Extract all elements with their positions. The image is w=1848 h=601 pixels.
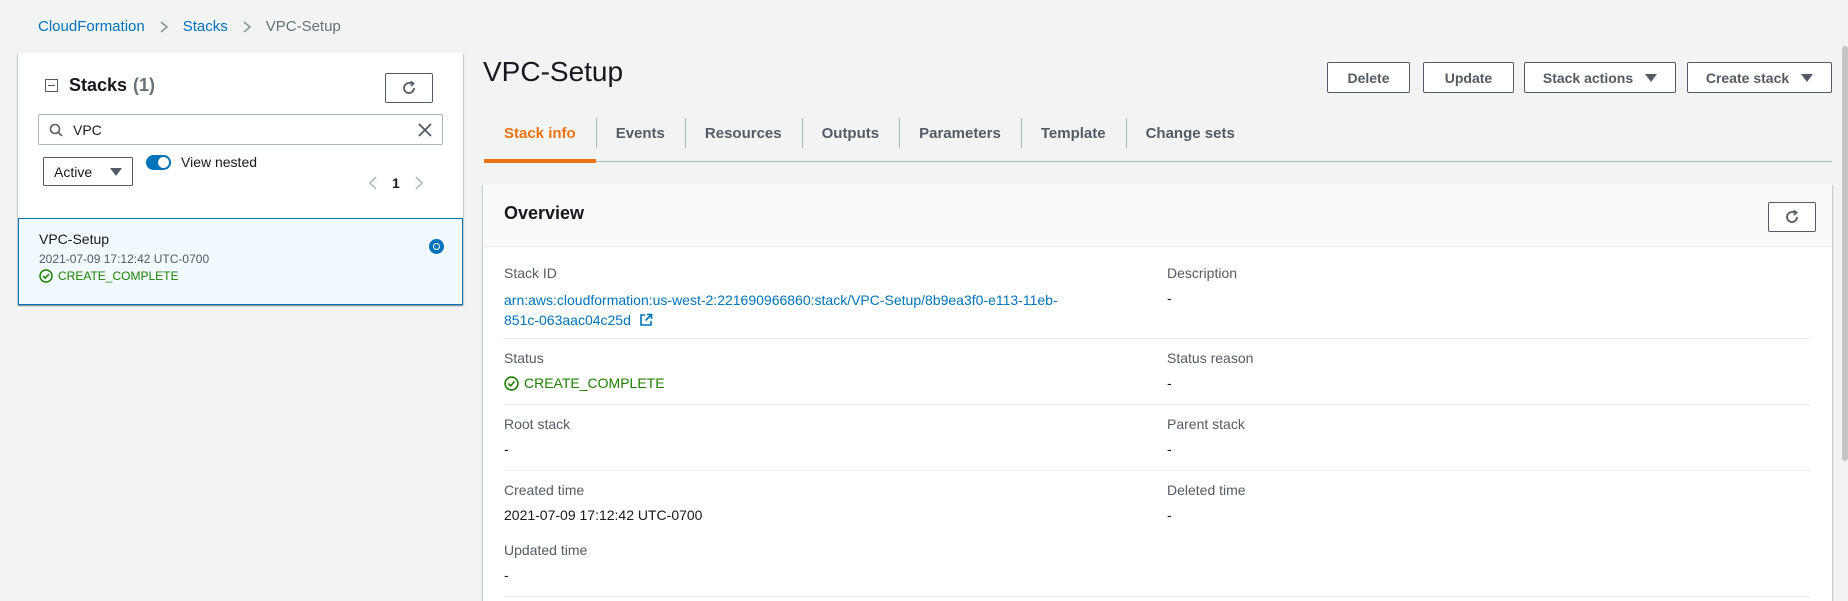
status-value-text: CREATE_COMPLETE: [524, 375, 665, 391]
clear-search-icon[interactable]: [416, 121, 434, 139]
description-value: -: [1167, 290, 1172, 306]
tab-outputs[interactable]: Outputs: [801, 116, 900, 162]
refresh-stacks-button[interactable]: [385, 73, 433, 103]
stack-item-created: 2021-07-09 17:12:42 UTC-0700: [39, 252, 210, 266]
refresh-icon: [1786, 209, 1798, 223]
stacks-panel-title: Stacks: [69, 75, 128, 95]
previous-page-icon[interactable]: [368, 176, 378, 190]
overview-panel: Overview Stack ID arn:aws:cloudformation…: [483, 184, 1832, 601]
stack-search-input[interactable]: VPC: [38, 114, 443, 145]
overview-header: Overview: [483, 184, 1832, 247]
success-check-icon: [504, 375, 519, 391]
page-scrollbar[interactable]: [1842, 46, 1848, 461]
status-value: CREATE_COMPLETE: [504, 375, 665, 391]
stack-list-item[interactable]: VPC-Setup 2021-07-09 17:12:42 UTC-0700 C…: [18, 218, 463, 305]
tab-label: Stack info: [504, 124, 576, 142]
tab-label: Resources: [704, 124, 782, 142]
stacks-count: (1): [133, 75, 156, 95]
deleted-time-value: -: [1167, 507, 1172, 523]
search-input-value[interactable]: VPC: [73, 122, 102, 138]
breadcrumb-cloudformation[interactable]: CloudFormation: [38, 18, 145, 35]
overview-title: Overview: [504, 203, 585, 223]
status-filter-dropdown[interactable]: Active: [43, 157, 133, 186]
stack-item-name: VPC-Setup: [39, 231, 110, 247]
caret-down-icon: [110, 168, 122, 176]
stack-detail-tabs: Stack info Events Resources Outputs Para…: [484, 116, 1832, 163]
external-link-icon: [639, 313, 653, 326]
tab-label: Change sets: [1145, 124, 1235, 142]
row-divider: [503, 338, 1811, 339]
row-divider: [503, 596, 1811, 597]
row-divider: [503, 404, 1811, 405]
stack-actions-label: Stack actions: [1542, 69, 1634, 86]
updated-time-label: Updated time: [504, 542, 588, 558]
parent-stack-label: Parent stack: [1167, 416, 1245, 432]
row-divider: [503, 470, 1811, 471]
breadcrumb: CloudFormation Stacks VPC-Setup: [38, 18, 341, 35]
stacks-panel: Stacks (1) VPC Active View nested 1 VPC-…: [18, 53, 463, 305]
pagination: 1: [368, 175, 424, 191]
tab-stack-info[interactable]: Stack info: [484, 116, 596, 163]
view-nested-toggle[interactable]: [146, 155, 171, 170]
created-time-label: Created time: [504, 482, 585, 498]
stack-id-line-2: 851c-063aac04c25d: [504, 312, 631, 328]
tab-label: Events: [615, 124, 665, 142]
breadcrumb-stacks[interactable]: Stacks: [183, 18, 228, 35]
current-page-number[interactable]: 1: [392, 175, 400, 191]
caret-down-icon: [1801, 73, 1814, 82]
tab-parameters[interactable]: Parameters: [899, 116, 1021, 162]
parent-stack-value: -: [1167, 441, 1172, 457]
root-stack-value: -: [504, 441, 509, 457]
status-reason-label: Status reason: [1167, 350, 1254, 366]
tab-template[interactable]: Template: [1020, 116, 1126, 162]
status-label: Status: [504, 350, 544, 366]
refresh-icon: [403, 80, 415, 94]
stack-actions-button[interactable]: Stack actions: [1524, 62, 1676, 93]
stack-item-status-text: CREATE_COMPLETE: [58, 269, 179, 283]
create-stack-label: Create stack: [1705, 69, 1790, 86]
stacks-panel-header: Stacks (1): [45, 75, 155, 96]
created-time-value: 2021-07-09 17:12:42 UTC-0700: [504, 507, 703, 523]
success-check-icon: [39, 269, 53, 283]
tab-events[interactable]: Events: [595, 116, 685, 162]
view-nested-label: View nested: [181, 154, 258, 170]
tab-label: Parameters: [919, 124, 1001, 142]
caret-down-icon: [1645, 73, 1658, 82]
tab-label: Template: [1040, 124, 1106, 142]
stack-id-line-1: arn:aws:cloudformation:us-west-2:2216909…: [504, 292, 1058, 308]
status-reason-value: -: [1167, 375, 1172, 391]
updated-time-value: -: [504, 567, 509, 583]
page-title: VPC-Setup: [483, 56, 624, 87]
root-stack-label: Root stack: [504, 416, 571, 432]
chevron-right-icon: [159, 20, 169, 33]
delete-button[interactable]: Delete: [1327, 62, 1410, 93]
create-stack-button[interactable]: Create stack: [1687, 62, 1832, 93]
status-filter-value: Active: [54, 163, 93, 180]
next-page-icon[interactable]: [414, 176, 424, 190]
collapse-icon[interactable]: [45, 79, 58, 92]
deleted-time-label: Deleted time: [1167, 482, 1246, 498]
tab-label: Outputs: [821, 124, 880, 142]
update-button[interactable]: Update: [1423, 62, 1514, 93]
tab-resources[interactable]: Resources: [684, 116, 802, 162]
tab-change-sets[interactable]: Change sets: [1125, 116, 1255, 162]
description-label: Description: [1167, 265, 1238, 281]
stack-select-radio[interactable]: [429, 239, 444, 254]
search-icon: [49, 123, 63, 137]
chevron-right-icon: [242, 20, 252, 33]
stack-item-status: CREATE_COMPLETE: [39, 269, 178, 283]
breadcrumb-current: VPC-Setup: [265, 18, 341, 35]
stack-id-link[interactable]: arn:aws:cloudformation:us-west-2:2216909…: [504, 290, 1094, 330]
refresh-overview-button[interactable]: [1768, 202, 1816, 232]
stack-id-label: Stack ID: [504, 265, 557, 281]
